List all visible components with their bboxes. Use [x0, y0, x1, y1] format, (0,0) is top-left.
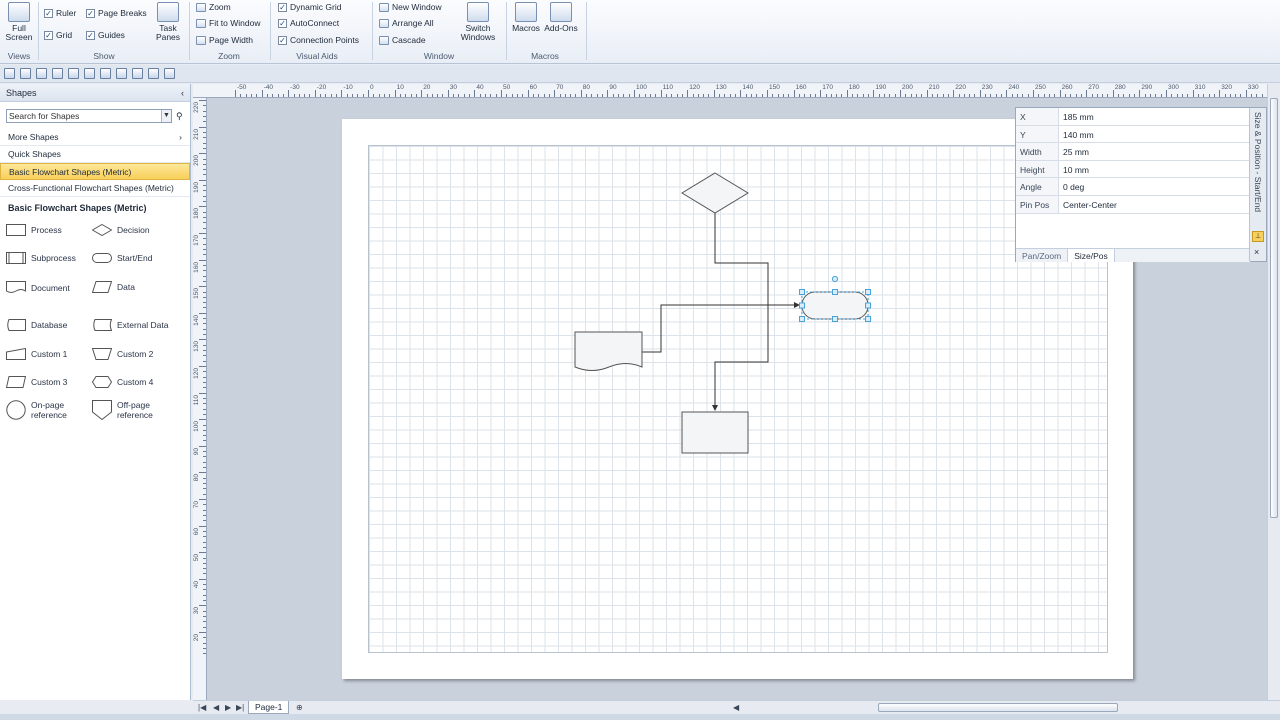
tab-pan-zoom[interactable]: Pan/Zoom [1016, 249, 1067, 262]
first-page-icon[interactable]: |◀ [198, 703, 206, 712]
property-value[interactable]: 10 mm [1059, 161, 1250, 178]
property-key: Height [1016, 160, 1059, 178]
size-position-sidebar: Size & Position - Start/End ⊥ × [1249, 108, 1266, 261]
decision-shape[interactable] [681, 172, 749, 214]
page-tabs-bar: |◀ ◀ ▶ ▶| Page-1 ⊕ ◀ [193, 700, 1280, 714]
property-key: X [1016, 108, 1059, 125]
page-tab[interactable]: Page-1 [248, 701, 290, 714]
size-position-title: Size & Position - Start/End [1253, 112, 1263, 213]
property-key: Width [1016, 143, 1059, 160]
property-value[interactable]: Center-Center [1059, 196, 1250, 213]
property-row[interactable]: Height 10 mm [1016, 160, 1250, 179]
vertical-scroll-thumb[interactable] [1270, 98, 1278, 518]
document-to-start-end-connector[interactable] [642, 302, 800, 353]
vertical-scrollbar[interactable] [1267, 84, 1280, 700]
insert-page-icon[interactable]: ⊕ [296, 703, 303, 712]
last-page-icon[interactable]: ▶| [236, 703, 244, 712]
property-row[interactable]: Pin Pos Center-Center [1016, 195, 1250, 214]
property-value[interactable]: 140 mm [1059, 126, 1250, 143]
close-icon[interactable]: × [1254, 247, 1259, 257]
property-key: Y [1016, 125, 1059, 143]
pin-icon[interactable]: ⊥ [1252, 231, 1264, 242]
process-shape[interactable] [681, 411, 749, 454]
property-row[interactable]: Angle 0 deg [1016, 178, 1250, 196]
size-position-window: X 185 mm Y 140 mm Width 25 mm Height 10 mm A… [1015, 107, 1267, 262]
property-row[interactable]: X 185 mm [1016, 108, 1250, 126]
decision-to-process-connector[interactable] [712, 213, 769, 411]
property-value[interactable]: 25 mm [1059, 143, 1250, 160]
property-key: Pin Pos [1016, 195, 1059, 213]
next-page-icon[interactable]: ▶ [225, 703, 231, 712]
size-position-tabs: Pan/Zoom Size/Pos [1016, 248, 1250, 262]
scroll-left-icon[interactable]: ◀ [733, 703, 739, 712]
property-value[interactable]: 185 mm [1059, 108, 1250, 125]
property-row[interactable]: Y 140 mm [1016, 125, 1250, 144]
previous-page-icon[interactable]: ◀ [213, 703, 219, 712]
start-end-shape[interactable] [801, 291, 869, 320]
property-row[interactable]: Width 25 mm [1016, 143, 1250, 161]
tab-size-pos[interactable]: Size/Pos [1067, 249, 1115, 262]
property-value[interactable]: 0 deg [1059, 178, 1250, 195]
document-shape[interactable] [574, 331, 643, 371]
horizontal-scroll-thumb[interactable] [878, 703, 1118, 712]
status-bar [0, 714, 1280, 720]
property-key: Angle [1016, 178, 1059, 195]
size-position-table: X 185 mm Y 140 mm Width 25 mm Height 10 mm A… [1016, 108, 1250, 214]
